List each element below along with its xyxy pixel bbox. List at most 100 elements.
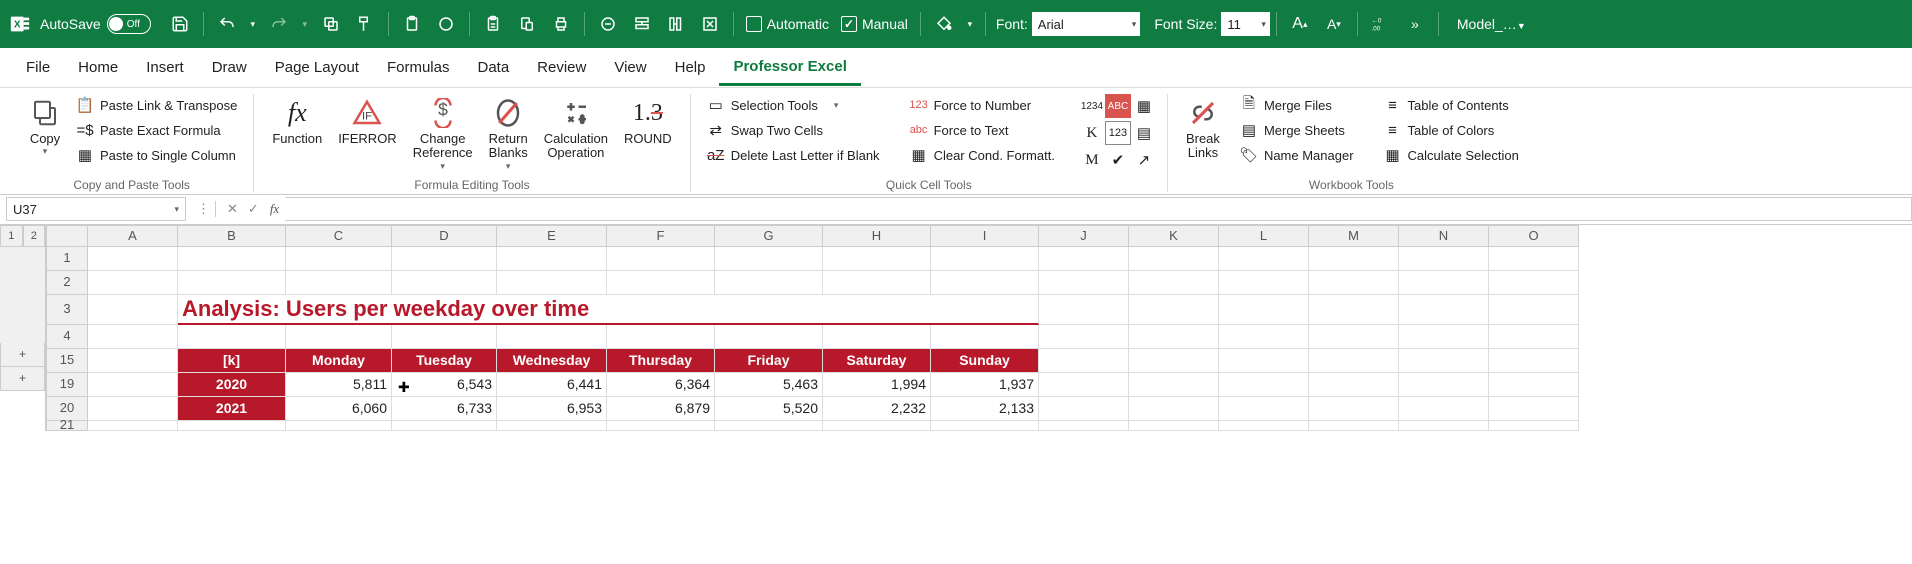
cell[interactable] xyxy=(1399,271,1489,295)
tab-insert[interactable]: Insert xyxy=(132,51,198,84)
font-select[interactable] xyxy=(1032,12,1128,36)
row-header[interactable]: 15 xyxy=(46,349,88,373)
tab-help[interactable]: Help xyxy=(661,51,720,84)
column-header[interactable]: O xyxy=(1489,225,1579,247)
cell[interactable] xyxy=(1399,421,1489,431)
cell[interactable]: Saturday xyxy=(823,349,931,373)
tab-formulas[interactable]: Formulas xyxy=(373,51,464,84)
decrease-font-icon[interactable]: A▾ xyxy=(1319,9,1349,39)
cell[interactable] xyxy=(286,271,392,295)
column-header[interactable]: I xyxy=(931,225,1039,247)
merge-sheets-button[interactable]: ▤Merge Sheets xyxy=(1234,119,1360,141)
cell[interactable] xyxy=(1399,397,1489,421)
cell[interactable] xyxy=(607,325,715,349)
cell[interactable] xyxy=(1129,247,1219,271)
fill-color-icon[interactable] xyxy=(929,9,959,39)
cell[interactable] xyxy=(1489,373,1579,397)
cell[interactable] xyxy=(392,325,497,349)
cell[interactable] xyxy=(1129,421,1219,431)
border-icon[interactable]: ▦ xyxy=(1131,94,1157,118)
cell[interactable] xyxy=(1219,325,1309,349)
cell[interactable] xyxy=(1039,325,1129,349)
clipboard-icon[interactable] xyxy=(397,9,427,39)
m-icon[interactable]: M xyxy=(1079,148,1105,172)
delete-cell-icon[interactable] xyxy=(695,9,725,39)
cell[interactable] xyxy=(1219,397,1309,421)
cell[interactable]: Tuesday xyxy=(392,349,497,373)
break-links-button[interactable]: Break Links xyxy=(1178,94,1228,163)
cell[interactable] xyxy=(715,247,823,271)
cell[interactable] xyxy=(1489,247,1579,271)
column-header[interactable]: B xyxy=(178,225,286,247)
print-icon[interactable] xyxy=(546,9,576,39)
paste-exact-formula-button[interactable]: =$Paste Exact Formula xyxy=(70,119,243,141)
tab-file[interactable]: File xyxy=(12,51,64,84)
cell[interactable]: 2,133 xyxy=(931,397,1039,421)
cell[interactable] xyxy=(1219,247,1309,271)
cell[interactable] xyxy=(1399,325,1489,349)
undo-icon[interactable] xyxy=(212,9,242,39)
cell[interactable] xyxy=(392,421,497,431)
iferror-button[interactable]: IFIFERROR xyxy=(330,94,405,148)
merge-files-button[interactable]: 🗎Merge Files xyxy=(1234,94,1360,116)
dots-icon[interactable]: ⋮ xyxy=(192,201,215,217)
tab-view[interactable]: View xyxy=(600,51,660,84)
tab-professor-excel[interactable]: Professor Excel xyxy=(719,50,860,86)
cell[interactable] xyxy=(1129,325,1219,349)
cell[interactable] xyxy=(1219,373,1309,397)
force-number-button[interactable]: 123Force to Number xyxy=(904,94,1061,116)
row-header[interactable]: 3 xyxy=(46,295,88,325)
align-icon[interactable]: ▤ xyxy=(1131,121,1157,145)
row-header[interactable]: 19 xyxy=(46,373,88,397)
clear-cond-format-button[interactable]: ▦Clear Cond. Formatt. xyxy=(904,144,1061,166)
tab-draw[interactable]: Draw xyxy=(198,51,261,84)
select-all-corner[interactable] xyxy=(46,225,88,247)
cell[interactable] xyxy=(88,325,178,349)
cell[interactable] xyxy=(823,271,931,295)
cell[interactable] xyxy=(1489,325,1579,349)
cell[interactable] xyxy=(497,421,607,431)
cell[interactable] xyxy=(1309,373,1399,397)
outline-expand-button[interactable]: + xyxy=(0,343,45,367)
paste-link-transpose-button[interactable]: 📋Paste Link & Transpose xyxy=(70,94,243,116)
cell[interactable]: 2,232 xyxy=(823,397,931,421)
cell[interactable]: 1,937 xyxy=(931,373,1039,397)
decimal-icon[interactable]: ←0.00 xyxy=(1366,9,1396,39)
save-icon[interactable] xyxy=(165,9,195,39)
cell[interactable] xyxy=(88,421,178,431)
tab-review[interactable]: Review xyxy=(523,51,600,84)
cell[interactable]: Wednesday xyxy=(497,349,607,373)
cell[interactable] xyxy=(497,325,607,349)
column-header[interactable]: M xyxy=(1309,225,1399,247)
paste-icon[interactable] xyxy=(478,9,508,39)
cell[interactable] xyxy=(88,295,178,325)
calculation-op-button[interactable]: Calculation Operation xyxy=(536,94,616,163)
cell[interactable] xyxy=(931,247,1039,271)
cell[interactable] xyxy=(178,325,286,349)
cell[interactable] xyxy=(931,421,1039,431)
fx-icon[interactable]: fx xyxy=(264,201,285,217)
cell[interactable] xyxy=(1489,295,1579,325)
cell[interactable]: 6,733 xyxy=(392,397,497,421)
column-header[interactable]: L xyxy=(1219,225,1309,247)
cell[interactable] xyxy=(823,421,931,431)
tab-home[interactable]: Home xyxy=(64,51,132,84)
fill-color-dropdown-icon[interactable]: ▾ xyxy=(963,9,977,39)
outline-level-2[interactable]: 2 xyxy=(23,225,46,247)
cell[interactable] xyxy=(1309,295,1399,325)
cell[interactable] xyxy=(1039,247,1129,271)
copy-button[interactable]: Copy ▾ xyxy=(20,94,70,159)
cell[interactable] xyxy=(178,421,286,431)
cell[interactable] xyxy=(497,271,607,295)
row-header[interactable]: 4 xyxy=(46,325,88,349)
cell[interactable] xyxy=(1039,373,1129,397)
cell[interactable] xyxy=(715,325,823,349)
k-icon[interactable]: K xyxy=(1079,121,1105,145)
number-format-icon[interactable]: 1234 xyxy=(1079,94,1105,118)
cell[interactable] xyxy=(931,325,1039,349)
redo-icon[interactable] xyxy=(264,9,294,39)
row-header[interactable]: 21 xyxy=(46,421,88,431)
cancel-icon[interactable]: ✕ xyxy=(222,201,243,217)
cell[interactable] xyxy=(1039,271,1129,295)
manual-checkbox[interactable]: Manual xyxy=(841,16,908,32)
